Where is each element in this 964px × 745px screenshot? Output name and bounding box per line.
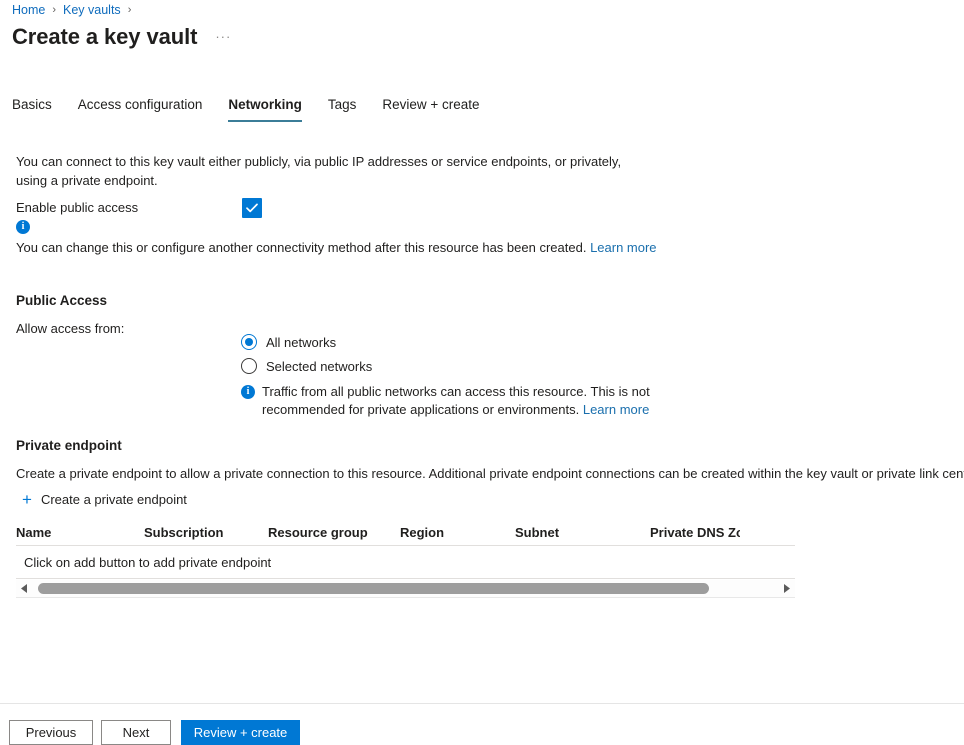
breadcrumb-item-home[interactable]: Home (12, 2, 45, 18)
chevron-right-icon[interactable] (778, 580, 795, 597)
private-endpoint-heading: Private endpoint (16, 438, 122, 453)
table-horizontal-scrollbar[interactable] (16, 580, 795, 598)
radio-all-networks-label: All networks (266, 335, 336, 350)
column-header-resource-group[interactable]: Resource group (268, 525, 400, 540)
more-options-icon[interactable]: ··· (215, 29, 231, 44)
scrollbar-track[interactable] (33, 580, 778, 597)
previous-button[interactable]: Previous (9, 720, 93, 745)
radio-selected-icon (241, 334, 257, 350)
public-access-notice-text: You can change this or configure another… (16, 239, 736, 257)
chevron-left-icon[interactable] (16, 580, 33, 597)
public-access-notice: i You can change this or configure anoth… (16, 218, 736, 257)
all-networks-info-text: Traffic from all public networks can acc… (262, 383, 691, 419)
plus-icon: + (22, 491, 32, 508)
public-access-heading: Public Access (16, 293, 107, 308)
table-empty-message: Click on add button to add private endpo… (16, 546, 795, 579)
checkmark-icon (246, 203, 258, 213)
networking-intro-text: You can connect to this key vault either… (16, 152, 644, 190)
column-header-subnet[interactable]: Subnet (515, 525, 650, 540)
enable-public-access-row: Enable public access (16, 198, 776, 220)
allow-access-from-label: Allow access from: (16, 321, 124, 336)
scrollbar-thumb[interactable] (38, 583, 709, 594)
radio-selected-networks[interactable]: Selected networks (241, 354, 372, 378)
review-create-button[interactable]: Review + create (181, 720, 300, 745)
info-icon: i (16, 220, 30, 234)
radio-all-networks[interactable]: All networks (241, 330, 372, 354)
enable-public-access-checkbox[interactable] (242, 198, 262, 218)
wizard-tabs: Basics Access configuration Networking T… (12, 97, 480, 122)
chevron-right-icon: › (52, 2, 56, 18)
tab-tags[interactable]: Tags (328, 97, 357, 122)
info-icon: i (241, 385, 255, 399)
table-header-row: Name Subscription Resource group Region … (16, 519, 795, 546)
tab-review-create[interactable]: Review + create (382, 97, 479, 122)
column-header-subscription[interactable]: Subscription (144, 525, 268, 540)
public-access-notice-learn-more-link[interactable]: Learn more (590, 240, 656, 255)
private-endpoint-description-body: Create a private endpoint to allow a pri… (16, 466, 964, 481)
wizard-footer: Previous Next Review + create (0, 704, 964, 743)
public-access-notice-body: You can change this or configure another… (16, 240, 586, 255)
tab-networking[interactable]: Networking (228, 97, 302, 122)
all-networks-info-message: i Traffic from all public networks can a… (241, 383, 691, 419)
chevron-right-icon: › (128, 2, 132, 18)
tab-access-configuration[interactable]: Access configuration (78, 97, 203, 122)
page-header: Create a key vault ··· (12, 24, 231, 50)
column-header-private-dns-zone[interactable]: Private DNS Zone (650, 525, 740, 540)
next-button[interactable]: Next (101, 720, 171, 745)
page-title: Create a key vault (12, 24, 197, 50)
tab-basics[interactable]: Basics (12, 97, 52, 122)
column-header-region[interactable]: Region (400, 525, 515, 540)
all-networks-learn-more-link[interactable]: Learn more (583, 402, 649, 417)
column-header-name[interactable]: Name (16, 525, 144, 540)
private-endpoint-description: Create a private endpoint to allow a pri… (16, 465, 960, 483)
radio-selected-networks-label: Selected networks (266, 359, 372, 374)
create-private-endpoint-label: Create a private endpoint (41, 492, 187, 507)
enable-public-access-label: Enable public access (16, 200, 138, 215)
breadcrumb-item-key-vaults[interactable]: Key vaults (63, 2, 121, 18)
private-endpoint-table: Name Subscription Resource group Region … (16, 519, 795, 579)
create-private-endpoint-button[interactable]: + Create a private endpoint (22, 491, 187, 508)
allow-access-from-radio-group: All networks Selected networks (241, 330, 372, 378)
radio-unselected-icon (241, 358, 257, 374)
breadcrumb: Home › Key vaults › (12, 2, 138, 18)
